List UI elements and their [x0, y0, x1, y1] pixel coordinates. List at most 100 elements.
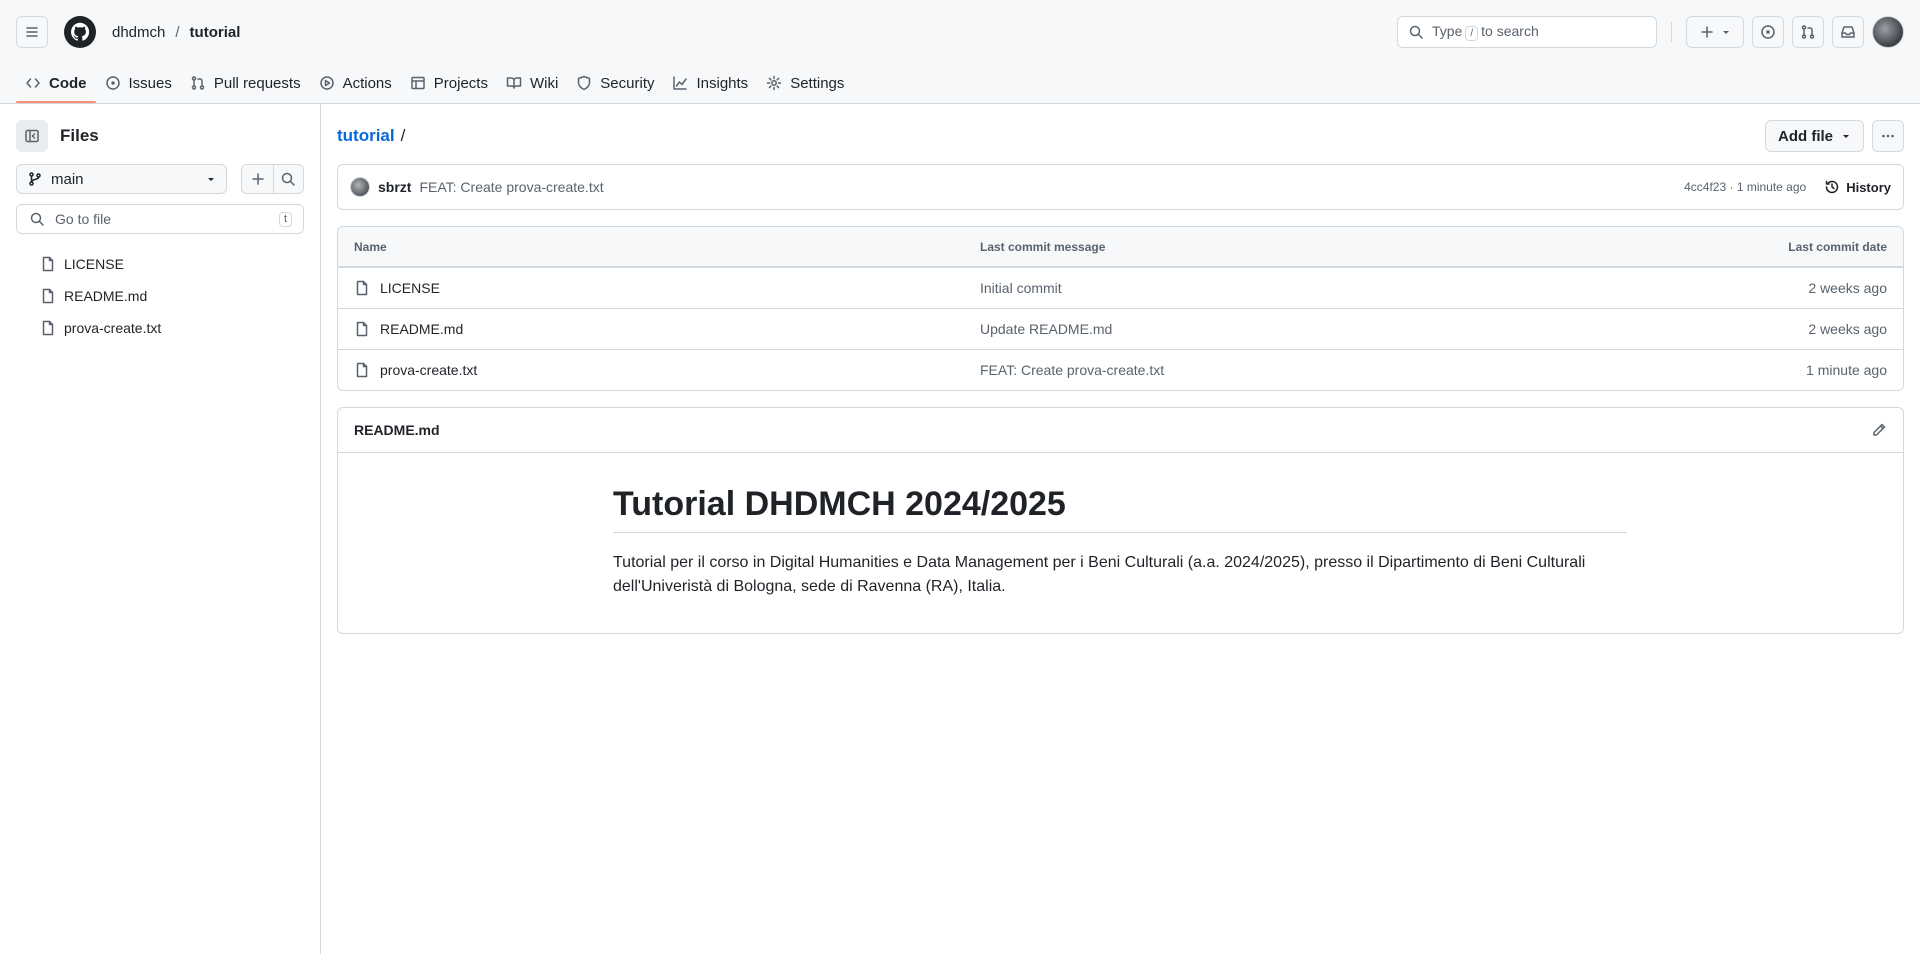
table-row[interactable]: README.md Update README.md 2 weeks ago	[338, 308, 1903, 349]
go-to-file-input[interactable]: Go to file t	[16, 204, 304, 234]
branch-name: main	[51, 170, 84, 188]
commit-date: 2 weeks ago	[1808, 280, 1887, 296]
hamburger-icon	[26, 27, 38, 37]
pull-request-icon	[191, 76, 205, 90]
tab-label: Issues	[128, 74, 172, 92]
tab-issues[interactable]: Issues	[96, 63, 181, 103]
readme-content: Tutorial DHDMCH 2024/2025 Tutorial per i…	[613, 485, 1627, 599]
tab-label: Security	[600, 74, 655, 92]
commit-message-link[interactable]: FEAT: Create prova-create.txt	[980, 362, 1687, 378]
tab-insights[interactable]: Insights	[663, 63, 757, 103]
more-options-button[interactable]	[1872, 120, 1904, 152]
go-to-file-shortcut: t	[278, 211, 292, 227]
main-layout: Files main Go to file t LICENSE README.m…	[0, 104, 1920, 954]
breadcrumb: dhdmch / tutorial	[112, 24, 240, 41]
file-name-cell: README.md	[354, 321, 980, 337]
readme-header: README.md	[338, 408, 1903, 453]
tree-item-prova-create[interactable]: prova-create.txt	[16, 312, 304, 344]
gear-icon	[766, 75, 782, 91]
history-icon	[1825, 180, 1839, 194]
commit-author[interactable]: sbrzt	[378, 179, 411, 195]
file-name-cell: prova-create.txt	[354, 362, 980, 378]
tab-wiki[interactable]: Wiki	[497, 63, 567, 103]
commit-message-link[interactable]: Update README.md	[980, 321, 1687, 337]
column-date: Last commit date	[1788, 239, 1887, 254]
tab-projects[interactable]: Projects	[401, 63, 497, 103]
file-icon	[356, 321, 368, 337]
issue-icon	[1761, 25, 1775, 39]
add-file-button[interactable]	[242, 165, 273, 193]
search-icon	[1409, 25, 1423, 39]
commit-message[interactable]: FEAT: Create prova-create.txt	[419, 179, 603, 195]
file-name-link[interactable]: prova-create.txt	[380, 362, 477, 378]
search-input[interactable]: Type / to search	[1397, 16, 1657, 48]
inbox-icon	[1841, 26, 1855, 38]
branch-icon	[29, 172, 41, 186]
commit-date: 2 weeks ago	[1808, 321, 1887, 337]
collapse-sidebar-button[interactable]	[16, 120, 48, 152]
readme-filename[interactable]: README.md	[354, 422, 440, 438]
repo-content: tutorial / Add file sbrzt FEAT: Create pr…	[321, 104, 1920, 954]
tab-security[interactable]: Security	[567, 63, 663, 103]
tree-item-label: README.md	[64, 288, 148, 304]
pull-requests-button[interactable]	[1792, 16, 1824, 48]
column-name: Name	[354, 239, 387, 254]
file-table-header: Name Last commit message Last commit dat…	[338, 227, 1903, 267]
tab-label: Projects	[433, 74, 488, 92]
commit-message-link[interactable]: Initial commit	[980, 280, 1687, 296]
tab-actions[interactable]: Actions	[310, 63, 401, 103]
file-name-cell: LICENSE	[354, 280, 980, 296]
tab-settings[interactable]: Settings	[757, 63, 853, 103]
sidebar-controls: main	[16, 164, 304, 194]
plus-icon	[1701, 26, 1713, 38]
tab-pull-requests[interactable]: Pull requests	[181, 63, 310, 103]
search-files-button[interactable]	[272, 165, 303, 193]
file-icon	[42, 320, 54, 336]
column-message: Last commit message	[980, 239, 1106, 254]
table-row[interactable]: LICENSE Initial commit 2 weeks ago	[338, 267, 1903, 308]
create-new-button[interactable]	[1686, 16, 1744, 48]
top-bar: dhdmch / tutorial Type / to search	[0, 0, 1920, 64]
commit-meta[interactable]: 4cc4f23 · 1 minute ago	[1684, 180, 1806, 194]
github-logo-icon[interactable]	[64, 16, 96, 48]
tree-item-label: prova-create.txt	[64, 320, 162, 336]
kebab-horizontal-icon	[1882, 134, 1894, 138]
table-row[interactable]: prova-create.txt FEAT: Create prova-crea…	[338, 349, 1903, 390]
readme-panel: README.md Tutorial DHDMCH 2024/2025 Tuto…	[337, 407, 1904, 634]
tree-item-readme[interactable]: README.md	[16, 280, 304, 312]
path-repo-link[interactable]: tutorial	[337, 126, 395, 145]
author-avatar[interactable]	[350, 177, 370, 197]
tab-label: Code	[49, 74, 87, 92]
caret-down-icon	[208, 178, 215, 181]
inbox-button[interactable]	[1832, 16, 1864, 48]
owner-link[interactable]: dhdmch	[112, 24, 165, 41]
tree-item-license[interactable]: LICENSE	[16, 248, 304, 280]
file-name-link[interactable]: LICENSE	[380, 280, 440, 296]
search-icon	[30, 212, 44, 226]
add-file-label: Add file	[1778, 127, 1833, 145]
repo-nav-tabs: Code Issues Pull requests Actions Projec…	[16, 63, 853, 103]
code-icon	[26, 78, 40, 88]
commit-date: 1 minute ago	[1806, 362, 1887, 378]
pull-request-icon	[1801, 25, 1815, 39]
menu-button[interactable]	[16, 16, 48, 48]
history-button[interactable]: History	[1824, 179, 1891, 195]
header-actions: Type / to search	[1397, 16, 1904, 48]
file-name-link[interactable]: README.md	[380, 321, 463, 337]
repo-link[interactable]: tutorial	[190, 24, 241, 41]
add-file-dropdown-button[interactable]: Add file	[1765, 120, 1864, 152]
edit-readme-button[interactable]	[1871, 422, 1887, 438]
tab-label: Insights	[696, 74, 749, 92]
issues-button[interactable]	[1752, 16, 1784, 48]
shield-icon	[578, 75, 591, 91]
user-avatar[interactable]	[1872, 16, 1904, 48]
app-header: dhdmch / tutorial Type / to search Code …	[0, 0, 1920, 104]
graph-icon	[673, 76, 688, 90]
tab-label: Wiki	[529, 74, 559, 92]
search-shortcut-key: /	[1465, 26, 1479, 41]
tab-code[interactable]: Code	[16, 63, 96, 103]
tab-label: Actions	[342, 74, 392, 92]
issue-icon	[105, 76, 120, 90]
play-icon	[319, 76, 334, 90]
branch-selector[interactable]: main	[16, 164, 228, 194]
